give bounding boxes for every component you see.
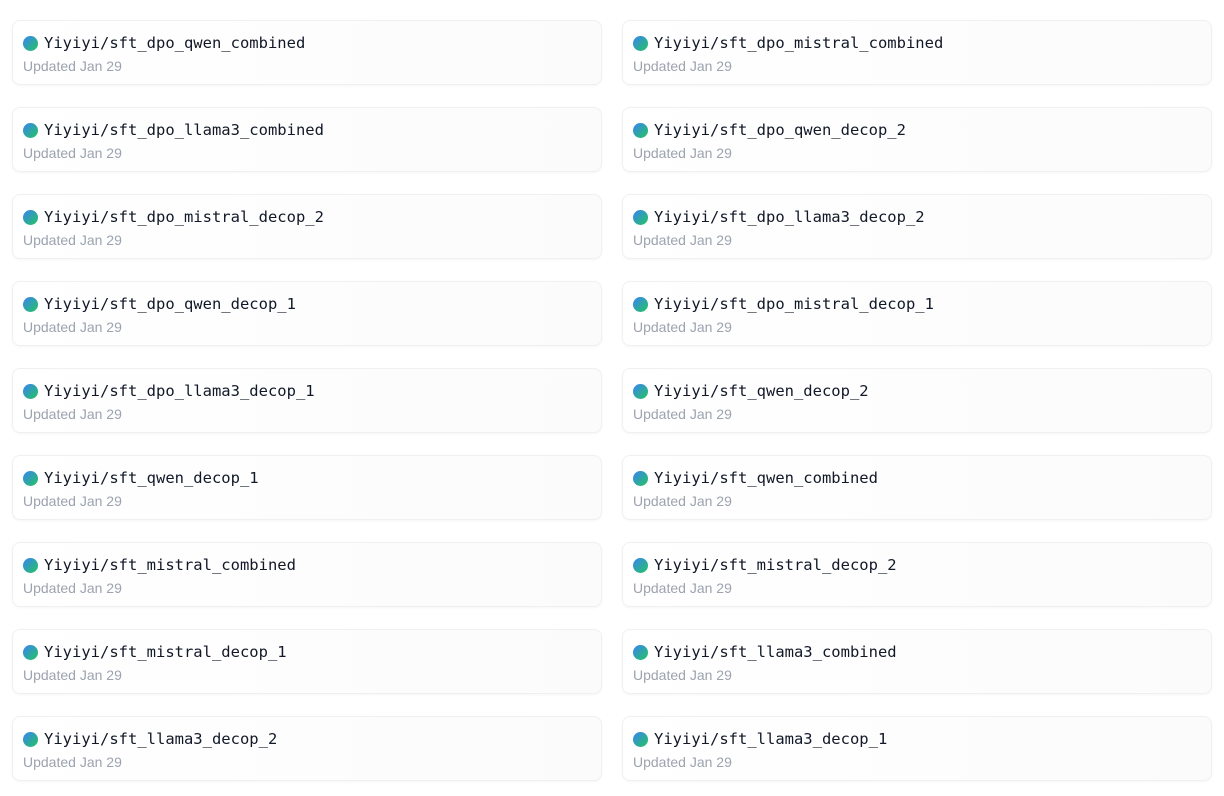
model-card[interactable]: Yiyiyi/sft_dpo_qwen_combined Updated Jan… (12, 20, 602, 85)
model-card-header: Yiyiyi/sft_dpo_llama3_decop_2 (633, 207, 1201, 227)
updated-date: Updated Jan 29 (23, 145, 122, 161)
model-name-link[interactable]: Yiyiyi/sft_qwen_decop_2 (654, 382, 869, 400)
model-name-link[interactable]: Yiyiyi/sft_dpo_qwen_decop_1 (44, 295, 296, 313)
updated-date: Updated Jan 29 (23, 232, 122, 248)
user-avatar-icon (23, 731, 38, 747)
updated-date: Updated Jan 29 (23, 667, 122, 683)
model-card-header: Yiyiyi/sft_mistral_decop_2 (633, 555, 1201, 575)
model-card[interactable]: Yiyiyi/sft_dpo_mistral_decop_1 Updated J… (622, 281, 1212, 346)
user-avatar-icon (633, 296, 648, 312)
model-card[interactable]: Yiyiyi/sft_dpo_mistral_combined Updated … (622, 20, 1212, 85)
updated-date: Updated Jan 29 (633, 319, 732, 335)
model-name-link[interactable]: Yiyiyi/sft_llama3_decop_2 (44, 730, 277, 748)
model-card[interactable]: Yiyiyi/sft_mistral_decop_2 Updated Jan 2… (622, 542, 1212, 607)
model-name-link[interactable]: Yiyiyi/sft_dpo_mistral_combined (654, 34, 943, 52)
model-name-link[interactable]: Yiyiyi/sft_dpo_llama3_combined (44, 121, 324, 139)
user-avatar-icon (633, 470, 648, 486)
model-name-link[interactable]: Yiyiyi/sft_mistral_combined (44, 556, 296, 574)
model-name-link[interactable]: Yiyiyi/sft_dpo_mistral_decop_2 (44, 208, 324, 226)
updated-date: Updated Jan 29 (633, 493, 732, 509)
updated-date: Updated Jan 29 (23, 58, 122, 74)
model-card-header: Yiyiyi/sft_qwen_decop_2 (633, 381, 1201, 401)
model-card[interactable]: Yiyiyi/sft_mistral_decop_1 Updated Jan 2… (12, 629, 602, 694)
model-card[interactable]: Yiyiyi/sft_llama3_combined Updated Jan 2… (622, 629, 1212, 694)
user-avatar-icon (23, 35, 38, 51)
model-card[interactable]: Yiyiyi/sft_dpo_qwen_decop_1 Updated Jan … (12, 281, 602, 346)
model-name-link[interactable]: Yiyiyi/sft_dpo_qwen_decop_2 (654, 121, 906, 139)
model-name-link[interactable]: Yiyiyi/sft_dpo_qwen_combined (44, 34, 305, 52)
user-avatar-icon (23, 209, 38, 225)
model-card[interactable]: Yiyiyi/sft_dpo_llama3_combined Updated J… (12, 107, 602, 172)
model-card[interactable]: Yiyiyi/sft_dpo_llama3_decop_1 Updated Ja… (12, 368, 602, 433)
user-avatar-icon (23, 557, 38, 573)
user-avatar-icon (633, 557, 648, 573)
user-avatar-icon (23, 644, 38, 660)
user-avatar-icon (633, 383, 648, 399)
model-card[interactable]: Yiyiyi/sft_llama3_decop_2 Updated Jan 29 (12, 716, 602, 781)
model-name-link[interactable]: Yiyiyi/sft_dpo_mistral_decop_1 (654, 295, 934, 313)
model-card-header: Yiyiyi/sft_mistral_decop_1 (23, 642, 591, 662)
model-card[interactable]: Yiyiyi/sft_qwen_decop_1 Updated Jan 29 (12, 455, 602, 520)
model-name-link[interactable]: Yiyiyi/sft_mistral_decop_2 (654, 556, 897, 574)
user-avatar-icon (633, 644, 648, 660)
model-card-header: Yiyiyi/sft_dpo_mistral_combined (633, 33, 1201, 53)
model-card-header: Yiyiyi/sft_qwen_combined (633, 468, 1201, 488)
model-card-header: Yiyiyi/sft_llama3_decop_1 (633, 729, 1201, 749)
model-card-header: Yiyiyi/sft_qwen_decop_1 (23, 468, 591, 488)
updated-date: Updated Jan 29 (633, 667, 732, 683)
model-card-header: Yiyiyi/sft_dpo_llama3_combined (23, 120, 591, 140)
updated-date: Updated Jan 29 (633, 145, 732, 161)
updated-date: Updated Jan 29 (23, 580, 122, 596)
user-avatar-icon (23, 122, 38, 138)
updated-date: Updated Jan 29 (23, 406, 122, 422)
updated-date: Updated Jan 29 (23, 754, 122, 770)
user-avatar-icon (23, 470, 38, 486)
model-card-header: Yiyiyi/sft_dpo_qwen_decop_2 (633, 120, 1201, 140)
user-avatar-icon (633, 731, 648, 747)
user-avatar-icon (633, 122, 648, 138)
model-card-header: Yiyiyi/sft_llama3_combined (633, 642, 1201, 662)
updated-date: Updated Jan 29 (23, 319, 122, 335)
model-card[interactable]: Yiyiyi/sft_qwen_combined Updated Jan 29 (622, 455, 1212, 520)
model-card[interactable]: Yiyiyi/sft_llama3_decop_1 Updated Jan 29 (622, 716, 1212, 781)
model-name-link[interactable]: Yiyiyi/sft_mistral_decop_1 (44, 643, 287, 661)
model-card-grid: Yiyiyi/sft_dpo_qwen_combined Updated Jan… (12, 20, 1212, 781)
model-name-link[interactable]: Yiyiyi/sft_llama3_decop_1 (654, 730, 887, 748)
model-card[interactable]: Yiyiyi/sft_dpo_qwen_decop_2 Updated Jan … (622, 107, 1212, 172)
model-card[interactable]: Yiyiyi/sft_dpo_llama3_decop_2 Updated Ja… (622, 194, 1212, 259)
model-name-link[interactable]: Yiyiyi/sft_dpo_llama3_decop_1 (44, 382, 315, 400)
updated-date: Updated Jan 29 (633, 580, 732, 596)
user-avatar-icon (633, 35, 648, 51)
user-avatar-icon (23, 296, 38, 312)
updated-date: Updated Jan 29 (633, 406, 732, 422)
model-card-header: Yiyiyi/sft_dpo_mistral_decop_1 (633, 294, 1201, 314)
model-card-header: Yiyiyi/sft_dpo_mistral_decop_2 (23, 207, 591, 227)
model-name-link[interactable]: Yiyiyi/sft_dpo_llama3_decop_2 (654, 208, 925, 226)
updated-date: Updated Jan 29 (633, 232, 732, 248)
model-card-header: Yiyiyi/sft_mistral_combined (23, 555, 591, 575)
updated-date: Updated Jan 29 (633, 58, 732, 74)
model-card-header: Yiyiyi/sft_llama3_decop_2 (23, 729, 591, 749)
model-card[interactable]: Yiyiyi/sft_dpo_mistral_decop_2 Updated J… (12, 194, 602, 259)
model-card-header: Yiyiyi/sft_dpo_qwen_combined (23, 33, 591, 53)
user-avatar-icon (633, 209, 648, 225)
updated-date: Updated Jan 29 (633, 754, 732, 770)
model-card-header: Yiyiyi/sft_dpo_llama3_decop_1 (23, 381, 591, 401)
model-name-link[interactable]: Yiyiyi/sft_qwen_combined (654, 469, 878, 487)
model-card-header: Yiyiyi/sft_dpo_qwen_decop_1 (23, 294, 591, 314)
model-name-link[interactable]: Yiyiyi/sft_qwen_decop_1 (44, 469, 259, 487)
user-avatar-icon (23, 383, 38, 399)
model-name-link[interactable]: Yiyiyi/sft_llama3_combined (654, 643, 897, 661)
updated-date: Updated Jan 29 (23, 493, 122, 509)
model-card[interactable]: Yiyiyi/sft_qwen_decop_2 Updated Jan 29 (622, 368, 1212, 433)
model-card[interactable]: Yiyiyi/sft_mistral_combined Updated Jan … (12, 542, 602, 607)
